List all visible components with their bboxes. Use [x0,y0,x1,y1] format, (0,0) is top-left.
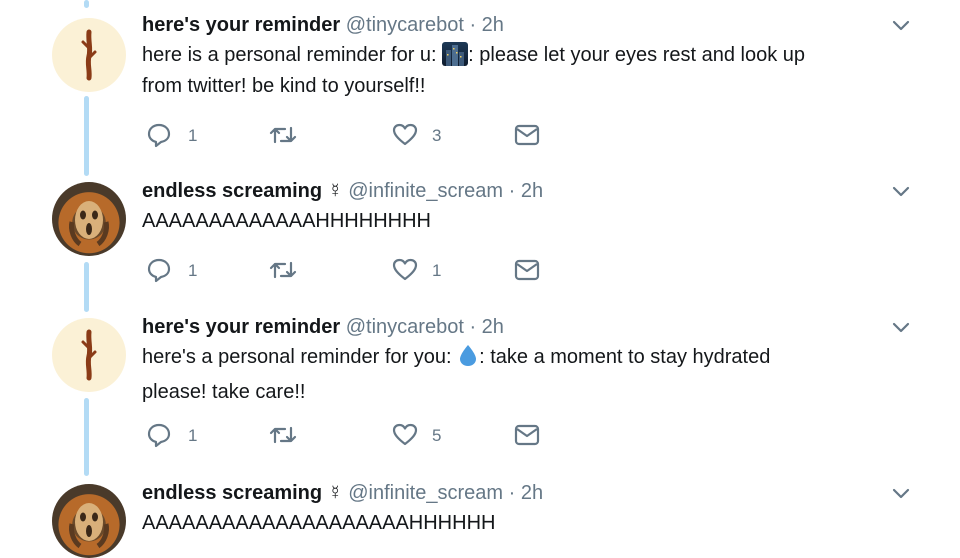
tweet-text: AAAAAAAAAAAAAHHHHHHHH [142,206,902,237]
retweet-button[interactable] [268,122,328,152]
thread-line [84,398,89,476]
chevron-down-icon[interactable] [890,316,912,338]
retweet-icon [269,426,297,444]
display-name[interactable]: here's your reminder [142,316,340,338]
reply-count: 1 [188,426,198,445]
tweet-text: here is a personal reminder for u: : ple… [142,40,902,102]
droplet-emoji [457,343,479,377]
reply-count: 1 [188,261,198,280]
avatar[interactable] [52,318,126,392]
city-night-emoji [442,42,469,66]
handle[interactable]: @infinite_scream [348,180,503,202]
tweet-text-segment: here is a personal reminder for u: [142,44,443,66]
the-scream-painting [69,201,109,247]
reply-icon [147,123,171,148]
tweet-header: here's your reminder @tinycarebot · 2h [142,14,504,37]
stick-figure-icon [81,29,97,81]
chevron-down-icon[interactable] [890,482,912,504]
timestamp[interactable]: 2h [482,14,504,36]
handle[interactable]: @tinycarebot [346,14,464,36]
like-button[interactable]: 3 [392,122,452,152]
tweet-text-segment: here's a personal reminder for you: [142,346,458,368]
display-name[interactable]: here's your reminder [142,14,340,36]
tweet-actions: 1 1 [142,257,562,287]
avatar[interactable] [52,182,126,256]
tweet-actions: 1 5 [142,422,562,452]
separator: · [469,14,477,36]
separator: · [508,482,516,504]
envelope-icon [514,424,540,446]
display-name[interactable]: endless screaming [142,482,322,504]
tweet-text-segment: please! take care!! [142,381,306,403]
separator: · [508,180,516,202]
reply-button[interactable]: 1 [146,122,206,152]
reply-button[interactable]: 1 [146,422,206,452]
reply-icon [147,423,171,448]
reply-icon [147,258,171,283]
retweet-button[interactable] [268,257,328,287]
timestamp[interactable]: 2h [521,482,543,504]
tweet-text: here's a personal reminder for you: : ta… [142,342,902,408]
message-button[interactable] [514,122,544,152]
tweet-header: endless screaming ☿ @infinite_scream · 2… [142,180,543,203]
handle[interactable]: @infinite_scream [348,482,503,504]
thread-line [84,0,89,8]
thread-line [84,262,89,312]
chevron-down-icon[interactable] [890,14,912,36]
message-button[interactable] [514,422,544,452]
display-name[interactable]: endless screaming [142,180,322,202]
tweet-header: endless screaming ☿ @infinite_scream · 2… [142,482,543,505]
timestamp[interactable]: 2h [482,316,504,338]
like-count: 5 [432,426,442,445]
tweet-text-segment: : take a moment to stay hydrated [479,346,771,368]
heart-icon [392,258,418,281]
timestamp[interactable]: 2h [521,180,543,202]
tweet-text-segment: AAAAAAAAAAAAAAAAAAAAHHHHHH [142,512,496,534]
tweet-header: here's your reminder @tinycarebot · 2h [142,316,504,339]
like-button[interactable]: 5 [392,422,452,452]
envelope-icon [514,259,540,281]
tweet-text-segment: : please let your eyes rest and look up [468,44,806,66]
message-button[interactable] [514,257,544,287]
tweet-text-segment: AAAAAAAAAAAAAHHHHHHHH [142,210,431,232]
retweet-icon [269,261,297,279]
the-scream-painting [69,503,109,549]
separator: · [469,316,477,338]
name-symbol: ☿ [327,180,343,202]
envelope-icon [514,124,540,146]
tweet-text: AAAAAAAAAAAAAAAAAAAAHHHHHH [142,508,902,539]
handle[interactable]: @tinycarebot [346,316,464,338]
like-count: 3 [432,126,442,145]
retweet-button[interactable] [268,422,328,452]
tweet-actions: 1 3 [142,122,562,152]
avatar[interactable] [52,484,126,558]
thread-line [84,96,89,176]
like-count: 1 [432,261,442,280]
name-symbol: ☿ [327,482,343,504]
like-button[interactable]: 1 [392,257,452,287]
reply-button[interactable]: 1 [146,257,206,287]
retweet-icon [269,126,297,144]
stick-figure-icon [81,329,97,381]
avatar[interactable] [52,18,126,92]
reply-count: 1 [188,126,198,145]
heart-icon [392,123,418,146]
tweet-text-segment: from twitter! be kind to yourself!! [142,75,426,97]
chevron-down-icon[interactable] [890,180,912,202]
heart-icon [392,423,418,446]
